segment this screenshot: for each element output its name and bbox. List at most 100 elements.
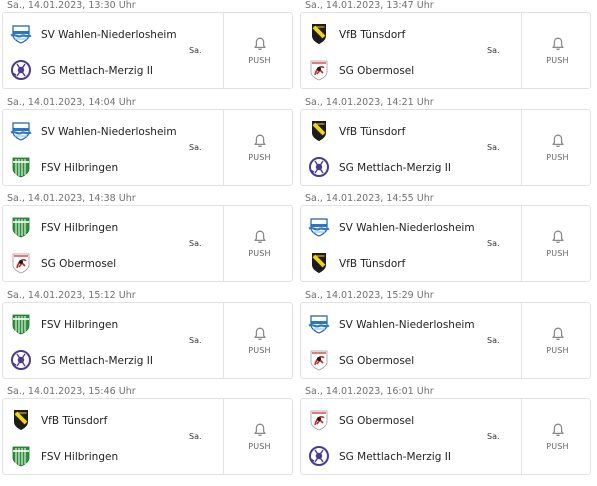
bell-icon: [551, 423, 565, 437]
match-card[interactable]: SV Wahlen-Niederlosheim SG Obermosel Sa.…: [300, 301, 592, 379]
match-item: Sa., 14.01.2023, 16:01 Uhr SG Obermosel …: [298, 386, 594, 482]
match-item: Sa., 14.01.2023, 14:38 Uhr FSV Hilbringe…: [0, 193, 296, 289]
push-notification-button[interactable]: PUSH: [521, 13, 592, 88]
bell-icon: [253, 37, 267, 51]
push-label: PUSH: [248, 249, 271, 258]
away-team[interactable]: SG Mettlach-Merzig II: [301, 154, 501, 182]
push-notification-button[interactable]: PUSH: [521, 206, 592, 281]
home-team-name: VfB Tünsdorf: [339, 29, 406, 41]
away-team-logo: [308, 252, 330, 274]
home-team-name: SG Obermosel: [339, 415, 415, 427]
away-team[interactable]: VfB Tünsdorf: [301, 250, 501, 278]
match-item: Sa., 14.01.2023, 15:46 Uhr VfB Tünsdorf …: [0, 386, 296, 482]
home-team-name: SV Wahlen-Niederlosheim: [41, 125, 177, 138]
bell-icon: [551, 134, 565, 148]
push-notification-button[interactable]: PUSH: [521, 302, 592, 378]
match-item: Sa., 14.01.2023, 14:21 Uhr VfB Tünsdorf …: [298, 97, 594, 193]
home-team[interactable]: VfB Tünsdorf: [3, 407, 203, 435]
match-date: Sa., 14.01.2023, 14:38 Uhr: [7, 193, 136, 204]
away-team[interactable]: FSV Hilbringen: [3, 154, 203, 182]
away-team-logo: [10, 156, 32, 178]
bell-icon: [253, 134, 267, 148]
home-team-logo: [10, 120, 32, 142]
away-team[interactable]: SG Mettlach-Merzig II: [3, 347, 203, 375]
match-item: Sa., 14.01.2023, 13:47 Uhr VfB Tünsdorf …: [298, 0, 594, 96]
match-day-label: Sa.: [189, 46, 202, 55]
away-team-name: FSV Hilbringen: [41, 451, 119, 463]
away-team-name: VfB Tünsdorf: [339, 258, 406, 270]
push-label: PUSH: [248, 442, 271, 451]
away-team-name: SG Obermosel: [339, 65, 415, 77]
match-day-label: Sa.: [487, 46, 500, 55]
home-team[interactable]: FSV Hilbringen: [3, 214, 203, 242]
match-day-label: Sa.: [487, 432, 500, 441]
match-date: Sa., 14.01.2023, 14:04 Uhr: [7, 96, 136, 108]
home-team[interactable]: FSV Hilbringen: [3, 311, 203, 339]
home-team-name: FSV Hilbringen: [41, 222, 119, 234]
away-team-logo: [10, 349, 32, 371]
bell-icon: [551, 230, 565, 244]
push-notification-button[interactable]: PUSH: [223, 13, 294, 88]
home-team[interactable]: VfB Tünsdorf: [301, 118, 501, 146]
match-card[interactable]: SG Obermosel SG Mettlach-Merzig II Sa. P…: [300, 398, 591, 475]
home-team-name: VfB Tünsdorf: [339, 125, 406, 138]
away-team-logo: [308, 445, 330, 467]
match-card[interactable]: SV Wahlen-Niederlosheim FSV Hilbringen S…: [2, 108, 294, 186]
home-team[interactable]: SV Wahlen-Niederlosheim: [301, 214, 501, 242]
away-team-name: SG Mettlach-Merzig II: [339, 451, 451, 463]
away-team-name: SG Mettlach-Merzig II: [339, 161, 451, 174]
match-day-label: Sa.: [189, 335, 202, 345]
home-team-name: VfB Tünsdorf: [41, 415, 108, 427]
match-item: Sa., 14.01.2023, 14:55 Uhr SV Wahlen-Nie…: [298, 193, 594, 289]
match-card[interactable]: SV Wahlen-Niederlosheim SG Mettlach-Merz…: [2, 12, 293, 89]
push-notification-button[interactable]: PUSH: [223, 302, 294, 378]
bell-icon: [551, 37, 565, 51]
push-notification-button[interactable]: PUSH: [223, 399, 294, 474]
home-team-logo: [308, 313, 330, 335]
away-team[interactable]: SG Mettlach-Merzig II: [3, 57, 203, 85]
match-card[interactable]: VfB Tünsdorf SG Mettlach-Merzig II Sa. P…: [300, 108, 592, 186]
away-team-name: SG Obermosel: [41, 258, 117, 270]
home-team[interactable]: SG Obermosel: [301, 407, 501, 435]
home-team[interactable]: VfB Tünsdorf: [301, 21, 501, 49]
match-item: Sa., 14.01.2023, 13:30 Uhr SV Wahlen-Nie…: [0, 0, 296, 96]
push-label: PUSH: [546, 56, 569, 65]
match-card[interactable]: VfB Tünsdorf SG Obermosel Sa. PUSH: [300, 12, 591, 89]
push-notification-button[interactable]: PUSH: [223, 109, 294, 185]
bell-icon: [253, 423, 267, 437]
away-team[interactable]: SG Obermosel: [301, 57, 501, 85]
away-team-name: FSV Hilbringen: [41, 161, 119, 174]
match-card[interactable]: FSV Hilbringen SG Obermosel Sa. PUSH: [2, 205, 293, 282]
away-team-name: SG Obermosel: [339, 354, 415, 367]
match-card[interactable]: VfB Tünsdorf FSV Hilbringen Sa. PUSH: [2, 398, 293, 475]
match-day-label: Sa.: [189, 432, 202, 441]
match-date: Sa., 14.01.2023, 13:30 Uhr: [7, 0, 136, 11]
push-notification-button[interactable]: PUSH: [521, 399, 592, 474]
match-date: Sa., 14.01.2023, 15:29 Uhr: [305, 289, 434, 301]
away-team-logo: [10, 445, 32, 467]
push-notification-button[interactable]: PUSH: [521, 109, 592, 185]
home-team-logo: [10, 23, 32, 45]
match-date: Sa., 14.01.2023, 16:01 Uhr: [305, 386, 434, 397]
away-team[interactable]: SG Mettlach-Merzig II: [301, 443, 501, 471]
push-label: PUSH: [248, 56, 271, 65]
away-team[interactable]: SG Obermosel: [3, 250, 203, 278]
home-team-name: FSV Hilbringen: [41, 318, 119, 331]
push-label: PUSH: [546, 345, 569, 355]
away-team[interactable]: FSV Hilbringen: [3, 443, 203, 471]
away-team-logo: [308, 349, 330, 371]
home-team[interactable]: SV Wahlen-Niederlosheim: [3, 21, 203, 49]
match-card[interactable]: SV Wahlen-Niederlosheim VfB Tünsdorf Sa.…: [300, 205, 591, 282]
match-date: Sa., 14.01.2023, 14:21 Uhr: [305, 96, 434, 108]
home-team[interactable]: SV Wahlen-Niederlosheim: [301, 311, 501, 339]
match-day-label: Sa.: [189, 239, 202, 248]
home-team[interactable]: SV Wahlen-Niederlosheim: [3, 118, 203, 146]
push-notification-button[interactable]: PUSH: [223, 206, 294, 281]
match-day-label: Sa.: [487, 142, 500, 152]
away-team[interactable]: SG Obermosel: [301, 347, 501, 375]
bell-icon: [253, 230, 267, 244]
away-team-logo: [308, 156, 330, 178]
home-team-logo: [10, 313, 32, 335]
match-card[interactable]: FSV Hilbringen SG Mettlach-Merzig II Sa.…: [2, 301, 294, 379]
match-date: Sa., 14.01.2023, 13:47 Uhr: [305, 0, 434, 11]
